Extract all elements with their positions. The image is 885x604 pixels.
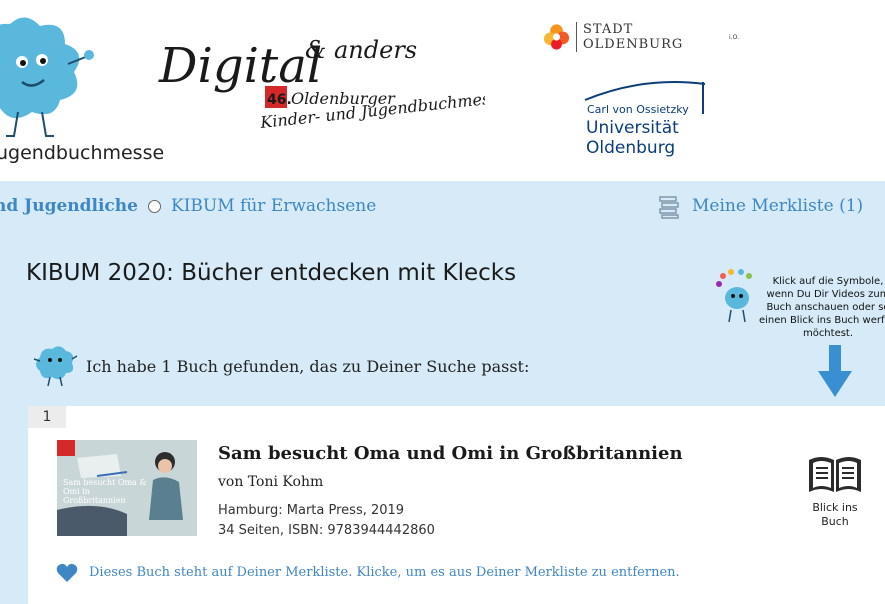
book-cover-image[interactable]: Sam besucht Oma & Omi in Großbritannien bbox=[57, 440, 197, 536]
logo-main-text: Digital bbox=[158, 38, 322, 94]
merkliste-link[interactable]: Meine Merkliste (1) bbox=[692, 196, 863, 216]
stadt-text: STADT OLDENBURG bbox=[575, 22, 723, 52]
nav-kids-link[interactable]: nd Jugendliche bbox=[0, 196, 138, 216]
university-name[interactable]: Universität Oldenburg bbox=[586, 118, 679, 158]
blick-ins-buch-button[interactable]: Blick ins Buch bbox=[803, 450, 867, 528]
site-header: ugendbuchmesse Digital & anders 46. Olde… bbox=[0, 0, 885, 181]
stadt-suffix: i.O. bbox=[729, 33, 739, 41]
heart-icon[interactable] bbox=[56, 563, 78, 583]
merkliste-remove-link[interactable]: Dieses Buch steht auf Deiner Merkliste. … bbox=[89, 565, 680, 580]
logo-edition-text: 46. bbox=[267, 92, 292, 108]
book-publisher: Hamburg: Marta Press, 2019 bbox=[218, 503, 405, 518]
mascot-logo-icon[interactable] bbox=[0, 12, 100, 142]
mascot-icon bbox=[33, 346, 78, 387]
cover-title-text: Sam besucht Oma & Omi in Großbritannien bbox=[63, 478, 147, 505]
university-line1: Universität bbox=[586, 118, 679, 138]
blick-label-1: Blick ins bbox=[812, 501, 858, 514]
stadt-oldenburg-logo[interactable]: STADT OLDENBURG i.O. bbox=[543, 14, 739, 60]
university-line2: Oldenburg bbox=[586, 138, 676, 158]
hint-text: Klick auf die Symbole, wenn Du Dir Video… bbox=[759, 276, 885, 339]
blick-label-2: Buch bbox=[821, 515, 849, 528]
logo-amp-text: & anders bbox=[305, 36, 417, 64]
stadt-flower-icon bbox=[543, 24, 570, 50]
nav-adults-link[interactable]: KIBUM für Erwachsene bbox=[171, 196, 376, 216]
result-count-text: Ich habe 1 Buch gefunden, das zu Deiner … bbox=[86, 357, 530, 376]
page-title: KIBUM 2020: Bücher entdecken mit Klecks bbox=[26, 260, 517, 286]
arrow-down-icon bbox=[818, 345, 852, 397]
fair-logo[interactable]: Digital & anders 46. Oldenburger Kinder-… bbox=[155, 20, 485, 140]
university-small-text: Carl von Ossietzky bbox=[587, 103, 689, 116]
open-book-icon bbox=[809, 457, 861, 492]
radio-icon[interactable] bbox=[148, 200, 161, 213]
audience-nav: nd Jugendliche KIBUM für Erwachsene Mein… bbox=[0, 196, 885, 220]
site-name: ugendbuchmesse bbox=[0, 142, 165, 164]
result-index-tab: 1 bbox=[28, 406, 66, 428]
book-author: von Toni Kohm bbox=[218, 474, 324, 490]
book-title[interactable]: Sam besucht Oma und Omi in Großbritannie… bbox=[218, 443, 683, 464]
list-icon[interactable] bbox=[658, 195, 680, 219]
book-details: 34 Seiten, ISBN: 9783944442860 bbox=[218, 523, 435, 538]
mascot-juggling-icon bbox=[716, 269, 752, 323]
